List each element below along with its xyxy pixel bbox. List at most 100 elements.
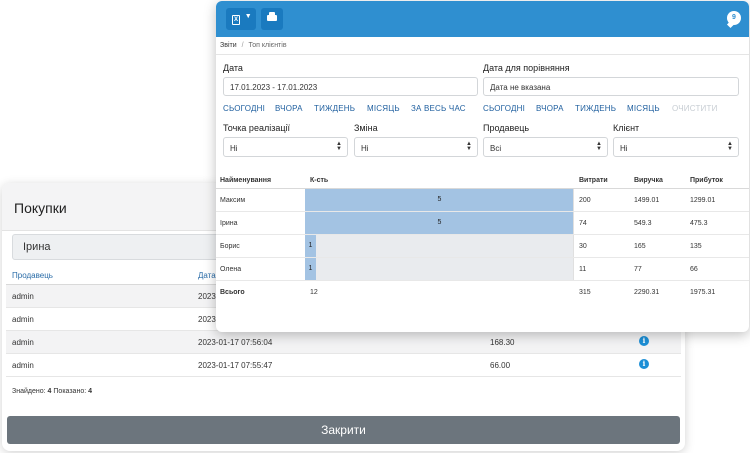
qty-bar: 1 xyxy=(305,258,316,280)
row-revenue: 1499.01 xyxy=(634,197,660,204)
breadcrumb-reports[interactable]: Звіти xyxy=(220,42,237,49)
clear-button[interactable]: ОЧИСТИТИ xyxy=(672,104,718,113)
qty-bar-track xyxy=(305,235,574,257)
column-date[interactable]: Дата xyxy=(198,271,216,280)
row-seller: admin xyxy=(12,338,34,347)
chat-icon[interactable]: 9 xyxy=(727,11,741,25)
top-clients-table: Найменування К-сть Витрати Виручка Прибу… xyxy=(216,171,749,305)
row-seller: admin xyxy=(12,361,34,370)
info-icon[interactable]: i xyxy=(639,336,649,346)
export-excel-button[interactable]: X ▼ xyxy=(226,8,256,30)
row-date: 2023 xyxy=(198,292,216,301)
qty-bar: 5 xyxy=(305,212,574,234)
quick-month[interactable]: МІСЯЦЬ xyxy=(367,104,400,113)
table-row[interactable]: Ірина 5 74 549.3 475.3 xyxy=(216,212,749,235)
filter-label-point: Точка реалізації xyxy=(223,123,290,133)
table-row[interactable]: admin 2023-01-17 07:55:47 66.00 i xyxy=(6,354,681,377)
total-cost: 315 xyxy=(579,289,591,296)
table-row[interactable]: Максим 5 200 1499.01 1299.01 xyxy=(216,189,749,212)
breadcrumb-separator: / xyxy=(241,42,244,49)
printer-body xyxy=(267,15,277,21)
row-name: Ірина xyxy=(220,220,238,227)
table-row[interactable]: Борис 1 30 165 135 xyxy=(216,235,749,258)
compare-quick-month[interactable]: МІСЯЦЬ xyxy=(627,104,660,113)
row-profit: 135 xyxy=(690,243,702,250)
info-icon[interactable]: i xyxy=(639,359,649,369)
report-toolbar: X ▼ 9 xyxy=(216,1,749,37)
row-cost: 30 xyxy=(579,243,587,250)
row-name: Борис xyxy=(220,243,240,250)
quick-all-time[interactable]: ЗА ВЕСЬ ЧАС xyxy=(411,104,466,113)
column-qty[interactable]: К-сть xyxy=(310,177,328,184)
client-select[interactable]: Ні ▲ ▼ xyxy=(613,137,739,157)
divider xyxy=(573,235,574,257)
excel-icon: X xyxy=(232,15,240,25)
row-seller: admin xyxy=(12,292,34,301)
seller-select[interactable]: Всі ▲ ▼ xyxy=(483,137,608,157)
compare-quick-yesterday[interactable]: ВЧОРА xyxy=(536,104,564,113)
top-clients-report: X ▼ 9 Звіти / Топ клієнтів Дата 17.01.20… xyxy=(216,1,749,332)
qty-bar: 1 xyxy=(305,235,316,257)
row-cost: 200 xyxy=(579,197,591,204)
chevron-down-icon: ▼ xyxy=(244,13,252,20)
row-seller: admin xyxy=(12,315,34,324)
select-value: Всі xyxy=(490,144,502,153)
total-row: Всього 12 315 2290.31 1975.31 xyxy=(216,281,749,305)
select-value: Ні xyxy=(230,144,238,153)
date-label: Дата xyxy=(223,63,243,73)
row-revenue: 77 xyxy=(634,266,642,273)
column-cost[interactable]: Витрати xyxy=(579,177,608,184)
sort-arrows-icon: ▲ ▼ xyxy=(466,141,472,152)
total-revenue: 2290.31 xyxy=(634,289,660,296)
shown-count: 4 xyxy=(88,388,93,395)
table-header: Найменування К-сть Витрати Виручка Прибу… xyxy=(216,171,749,189)
row-profit: 475.3 xyxy=(690,220,708,227)
row-cost: 11 xyxy=(579,266,587,273)
found-label: Знайдено: xyxy=(12,388,46,395)
row-cost: 74 xyxy=(579,220,587,227)
total-label: Всього xyxy=(220,289,245,296)
quick-today[interactable]: СЬОГОДНІ xyxy=(223,104,265,113)
results-summary: Знайдено: 4 Показано: 4 xyxy=(12,388,92,395)
quick-yesterday[interactable]: ВЧОРА xyxy=(275,104,303,113)
close-button[interactable]: Закрити xyxy=(7,416,680,444)
compare-quick-today[interactable]: СЬОГОДНІ xyxy=(483,104,525,113)
filter-label-client: Клієнт xyxy=(613,123,640,133)
print-button[interactable] xyxy=(261,8,283,30)
found-count: 4 xyxy=(47,388,52,395)
breadcrumb: Звіти / Топ клієнтів xyxy=(216,37,749,55)
quick-week[interactable]: ТИЖДЕНЬ xyxy=(314,104,355,113)
filter-label-shift: Зміна xyxy=(354,123,378,133)
column-name[interactable]: Найменування xyxy=(220,177,271,184)
sort-arrows-icon: ▲ ▼ xyxy=(727,141,733,152)
table-row[interactable]: admin 2023-01-17 07:56:04 168.30 i xyxy=(6,331,681,354)
row-date: 2023-01-17 07:56:04 xyxy=(198,338,273,347)
total-profit: 1975.31 xyxy=(690,289,716,296)
row-amount: 66.00 xyxy=(490,361,511,370)
compare-date-label: Дата для порівняння xyxy=(483,63,570,73)
select-value: Ні xyxy=(620,144,628,153)
shift-select[interactable]: Ні ▲ ▼ xyxy=(354,137,478,157)
row-date: 2023-01-17 07:55:47 xyxy=(198,361,273,370)
row-profit: 66 xyxy=(690,266,698,273)
row-amount: 168.30 xyxy=(490,338,515,347)
column-profit[interactable]: Прибуток xyxy=(690,177,723,184)
sort-arrows-icon: ▲ ▼ xyxy=(596,141,602,152)
row-revenue: 165 xyxy=(634,243,646,250)
date-range-input[interactable]: 17.01.2023 - 17.01.2023 xyxy=(223,77,478,96)
compare-date-input[interactable]: Дата не вказана xyxy=(483,77,739,96)
divider xyxy=(573,212,574,234)
total-qty: 12 xyxy=(310,289,318,296)
compare-quick-week[interactable]: ТИЖДЕНЬ xyxy=(575,104,616,113)
row-date: 2023 xyxy=(198,315,216,324)
row-name: Олена xyxy=(220,266,242,273)
column-seller[interactable]: Продавець xyxy=(12,271,53,280)
select-value: Ні xyxy=(361,144,369,153)
divider xyxy=(573,258,574,280)
row-revenue: 549.3 xyxy=(634,220,652,227)
table-row[interactable]: Олена 1 11 77 66 xyxy=(216,258,749,281)
sort-arrows-icon: ▲ ▼ xyxy=(336,141,342,152)
row-profit: 1299.01 xyxy=(690,197,716,204)
point-of-sale-select[interactable]: Ні ▲ ▼ xyxy=(223,137,348,157)
column-revenue[interactable]: Виручка xyxy=(634,177,663,184)
